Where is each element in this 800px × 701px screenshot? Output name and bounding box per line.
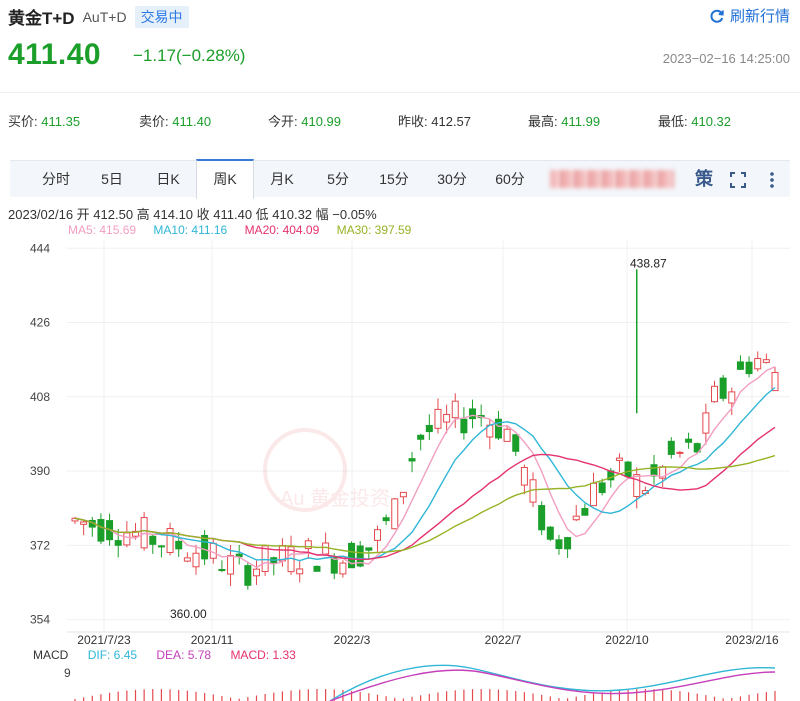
macd-value-label: MACD: 1.33 [230, 648, 296, 662]
watermark-text: Au 黄金投资 [280, 487, 390, 510]
watermark: Au 黄金投资 [263, 428, 390, 512]
candle-body [149, 535, 157, 545]
macd-legend: MACD DIF: 6.45 DEA: 5.78 MACD: 1.33 [33, 648, 312, 662]
x-tick-label: 2021/11 [191, 633, 234, 647]
candle-body [373, 529, 381, 541]
x-tick-label: 2022/10 [605, 633, 649, 647]
candle-body [382, 517, 390, 522]
candle-body [555, 539, 563, 549]
candle-body [425, 425, 433, 433]
candle-body [451, 400, 459, 419]
candle-body [313, 565, 321, 572]
dif-label: DIF: 6.45 [87, 648, 138, 662]
candle-body [443, 413, 451, 423]
y-tick-label: 372 [30, 538, 50, 552]
candle-body [667, 440, 675, 455]
candle-body [434, 408, 442, 429]
candle-body [339, 562, 347, 575]
candle-body [520, 467, 528, 486]
y-tick-label: 390 [30, 464, 50, 478]
y-tick-label: 426 [30, 316, 50, 330]
candle-body [80, 521, 88, 525]
candle-body [417, 434, 425, 440]
candle-body [97, 519, 105, 542]
kline-chart[interactable]: Au 黄金投资 444426408390372354 2021/7/23 2021… [0, 0, 800, 701]
candle-body [460, 418, 468, 434]
candle-body [244, 565, 252, 586]
annotation-high: 438.87 [630, 256, 667, 270]
candle-body [114, 540, 122, 546]
candle-body [719, 377, 727, 399]
dif-line [329, 664, 776, 701]
candle-body [399, 491, 407, 498]
candle-body [209, 542, 217, 559]
candle-body [572, 515, 580, 521]
candle-body [762, 359, 770, 363]
candle-body [728, 391, 736, 404]
candle-body [175, 540, 183, 550]
x-tick-label: 2022/3 [334, 633, 371, 647]
y-tick-label: 354 [30, 613, 50, 627]
macd-panel: 9 [64, 664, 776, 701]
candle-body [685, 438, 693, 443]
candle-body [754, 357, 762, 370]
y-tick-label: 444 [30, 241, 50, 255]
candle-body [227, 555, 235, 575]
candle-body [469, 408, 477, 420]
candle-body [702, 412, 710, 434]
candle-body [391, 498, 399, 530]
candle-body [581, 507, 589, 516]
candle-body [564, 537, 572, 550]
candle-body [322, 542, 330, 555]
candle-body [123, 532, 131, 546]
candle-body [676, 451, 684, 454]
x-axis-labels: 2021/7/23 2021/11 2022/3 2022/7 2022/10 2023/… [77, 633, 779, 647]
candle-body [192, 552, 200, 568]
dea-label: DEA: 5.78 [156, 648, 212, 662]
candle-body [252, 568, 260, 577]
annotation-low: 360.00 [170, 607, 207, 621]
y-axis-labels: 444 426 408 390 372 354 [30, 241, 50, 626]
candle-body [633, 474, 641, 497]
candle-body [590, 482, 598, 507]
y-tick-label: 408 [30, 390, 50, 404]
x-tick-label: 2022/7 [485, 633, 522, 647]
candle-body [157, 545, 165, 548]
candle-body [503, 428, 511, 442]
candle-body [218, 568, 226, 572]
candle-body [598, 482, 606, 494]
x-tick-label: 2021/7/23 [77, 633, 131, 647]
candle-body [745, 361, 753, 375]
candle-body [183, 557, 191, 562]
candle-body [538, 505, 546, 531]
candle-body [261, 545, 269, 572]
candle-body [365, 547, 373, 551]
candle-body [408, 458, 416, 462]
chart-grid [67, 240, 790, 633]
macd-tick-label: 9 [64, 666, 71, 680]
candle-body [736, 361, 744, 370]
x-tick-label: 2023/2/16 [725, 633, 779, 647]
candle-body [512, 434, 520, 452]
macd-title: MACD [33, 648, 69, 662]
candle-body [624, 461, 632, 478]
candle-body [296, 568, 304, 575]
candle-body [615, 457, 623, 461]
candle-body [546, 526, 554, 540]
candle-body [650, 464, 658, 477]
candle-body [711, 385, 719, 403]
